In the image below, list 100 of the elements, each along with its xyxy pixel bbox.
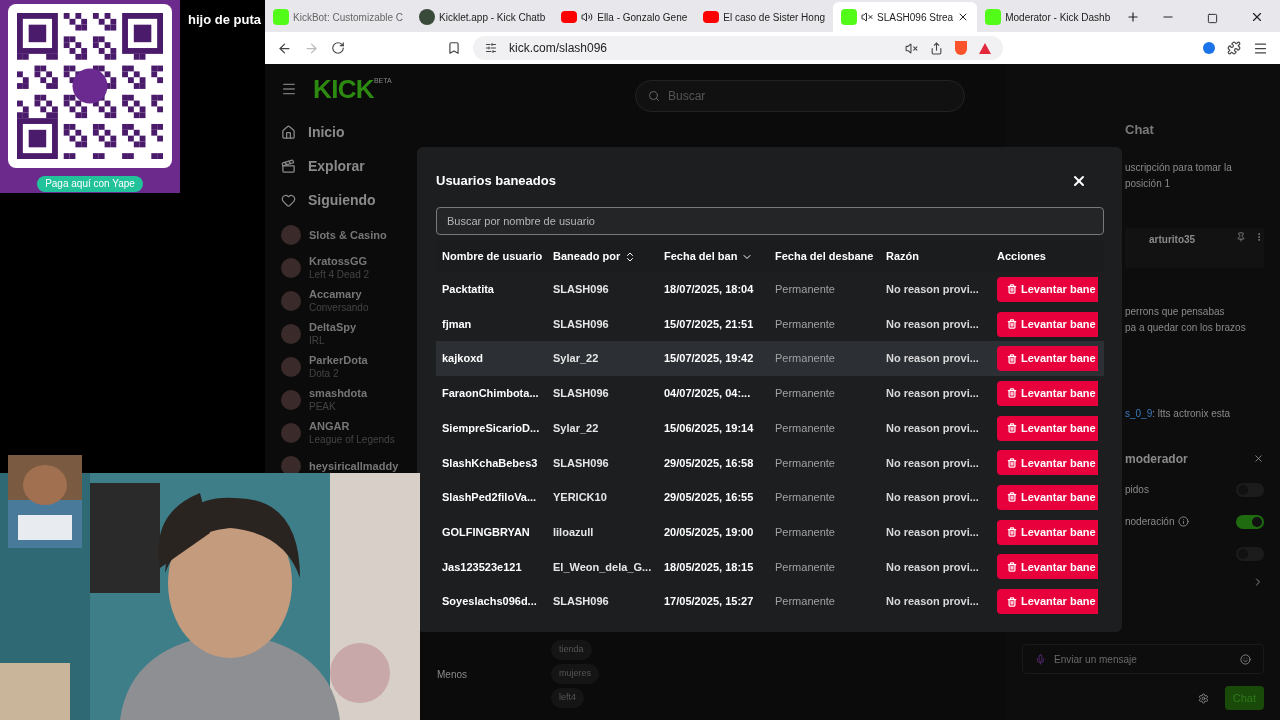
tab-title: El caso de Sister Hong [723,10,825,25]
tab-title: KickBot: Customizable C [293,10,404,25]
chat-message: s_0_9: ltts actronix esta [1125,406,1232,421]
user-search-field[interactable]: Buscar por nombre de usuario [436,207,1104,235]
site-logo[interactable]: KICK [313,76,374,102]
channel-item[interactable]: Slots & Casino [281,219,426,250]
dialog-title: Usuarios baneados [436,172,556,191]
unban-date-cell-text: Permanente [775,594,836,610]
close-icon[interactable] [1250,10,1264,24]
reason-cell-text: No reason provi... [886,455,980,471]
close-icon[interactable] [1071,173,1087,189]
nav-item[interactable]: Inicio [281,122,415,143]
avatar-icon [281,257,301,278]
unban-button[interactable]: Levantar bane [997,519,1098,545]
column-header[interactable]: Nombre de usuario [442,248,553,265]
banned-by-cell-text: SLASH096 [553,316,610,332]
toggle-switch[interactable] [1236,514,1264,529]
tab-title: Ella - Gonzalo Gene [597,10,688,25]
banned-by-cell-text: liloazull [553,524,595,540]
channel-item[interactable]: DeltaSpy IRL [281,318,426,349]
column-header[interactable]: Fecha del ban [664,248,775,265]
unban-button[interactable]: Levantar bane [997,484,1098,510]
profile-icon[interactable] [1203,42,1215,54]
unban-date-cell-text: Permanente [775,282,836,298]
browser-tab[interactable]: El caso de Sister Hong [695,2,833,32]
reason-cell-text: No reason provi... [886,420,980,436]
avatar-icon [281,389,301,410]
microphone-icon [1035,653,1046,665]
less-link[interactable]: Menos [437,667,477,682]
unban-button[interactable]: Levantar bane [997,415,1098,441]
column-header[interactable]: Fecha del desbane [775,248,886,265]
extensions-icon[interactable] [1227,41,1241,55]
unban-date-cell-text: Permanente [775,490,836,506]
url-field[interactable]: kick.com/slash096 [473,36,1003,60]
bookmark-icon[interactable] [447,41,461,55]
new-tab-icon[interactable] [1126,10,1141,24]
banned-by-cell-text: Sylar_22 [553,420,600,436]
unban-button[interactable]: Levantar bane [997,346,1098,372]
setting-label: pidos [1125,483,1149,497]
table-row[interactable]: kajkoxd Sylar_22 15/07/2025, 19:42 Permanente No reason provi... Levantar bane [436,341,1104,377]
info-icon[interactable] [1178,516,1190,527]
unban-date-cell-text: Permanente [775,524,836,540]
banned-by-cell-text: SLASH096 [553,386,610,402]
triangle-icon[interactable] [979,42,991,54]
browser-tab[interactable]: SLASH096 Strea [833,2,978,32]
ban-date-cell-text: 15/07/2025, 21:51 [664,316,755,332]
username-cell-text: SlashKchaBebes3 [442,455,539,471]
film-icon [281,159,296,174]
payment-caption: Paga aquí con Yape [37,176,143,192]
share-icon[interactable] [930,41,943,55]
username-cell-text: Packtatita [442,282,495,298]
chat-title: Chat [1125,121,1155,139]
tab-title: SLASH096 Strea [877,10,954,25]
unban-button[interactable]: Levantar bane [997,276,1098,302]
column-header[interactable]: Razón [886,248,997,265]
pin-icon[interactable] [1236,231,1246,242]
reason-cell-text: No reason provi... [886,282,980,298]
trash-icon [1007,284,1017,295]
reason-cell-text: No reason provi... [886,351,980,367]
menu-icon[interactable] [1253,40,1268,56]
ban-date-cell-text: 04/07/2025, 04:... [664,386,752,402]
column-header[interactable]: Acciones [997,248,1098,265]
menu-icon[interactable] [281,81,297,97]
unban-date-cell-text: Permanente [775,420,836,436]
nav-item[interactable]: Siguiendo [281,190,415,211]
unban-button[interactable]: Levantar bane [997,380,1098,406]
settings-icon[interactable] [1197,692,1209,704]
banned-by-cell-text: El_Weon_dela_G... [553,559,653,575]
browser-tab[interactable]: Kicklet.app - Kick Chatb [411,2,554,32]
site-settings-icon[interactable] [485,42,497,54]
browser-tab[interactable]: KickBot: Customizable C [265,2,412,32]
channel-item[interactable]: smashdota PEAK [281,384,426,415]
browser-tab[interactable]: Ella - Gonzalo Gene [553,2,696,32]
avatar-icon [281,323,301,344]
unban-date-cell-text: Permanente [775,455,836,471]
ban-date-cell-text: 15/06/2025, 19:14 [664,420,755,436]
url-text: kick.com/slash096 [509,40,608,57]
column-header[interactable]: Baneado por [553,248,664,265]
emoji-icon[interactable] [1240,653,1251,665]
ban-date-cell-text: 15/07/2025, 19:42 [664,351,755,367]
banned-by-cell-text: YERICK10 [553,490,608,506]
trash-icon [1007,388,1017,399]
muted-icon[interactable] [905,41,918,55]
reload-icon[interactable] [331,41,345,55]
unban-button[interactable]: Levantar bane [997,450,1098,476]
shield-icon[interactable] [955,41,967,55]
maximize-icon[interactable] [1207,13,1218,24]
trash-icon [1007,319,1017,330]
avatar-icon [281,290,301,311]
message-field[interactable]: Enviar un mensaje [1022,644,1264,674]
unban-button[interactable]: Levantar bane [997,311,1098,337]
unban-button[interactable]: Levantar bane [997,589,1098,615]
nav-item[interactable]: Explorar [281,156,415,177]
reason-cell-text: No reason provi... [886,490,980,506]
ban-date-cell-text: 20/05/2025, 19:00 [664,524,755,540]
back-icon[interactable] [277,40,292,56]
browser-tab[interactable]: Moderator - Kick Dashb [977,2,1119,32]
unban-button[interactable]: Levantar bane [997,554,1098,580]
qr-code-icon [17,13,163,159]
banned-by-cell-text: SLASH096 [553,282,610,298]
